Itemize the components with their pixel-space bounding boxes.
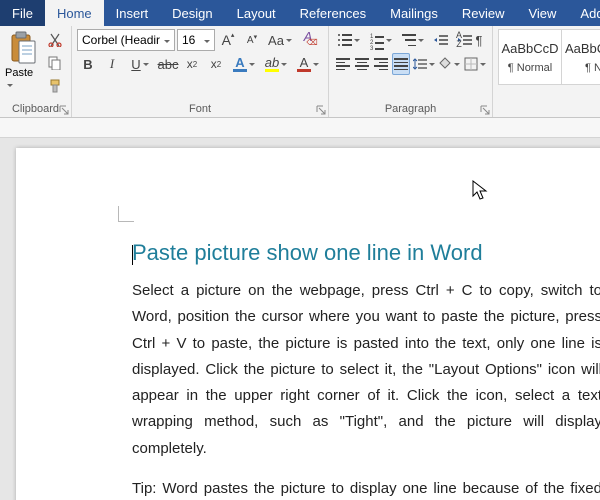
line-spacing-icon xyxy=(413,58,427,70)
style-name: ¶ Normal xyxy=(508,62,552,74)
group-paragraph-label: Paragraph xyxy=(334,103,487,117)
highlight-icon: ab xyxy=(265,56,279,72)
cut-button[interactable] xyxy=(44,29,66,51)
bullets-icon xyxy=(338,34,352,46)
shrink-font-icon: A xyxy=(247,35,254,46)
group-clipboard: Paste Clipboard xyxy=(0,26,72,117)
ribbon-tabs: File Home Insert Design Layout Reference… xyxy=(0,0,600,26)
multilevel-icon xyxy=(402,34,416,46)
change-case-button[interactable]: Aa xyxy=(265,29,295,51)
clipboard-dialog-launcher[interactable] xyxy=(59,105,69,115)
group-font-label: Font xyxy=(77,103,323,117)
font-size-select[interactable]: 16 xyxy=(177,29,215,51)
document-paragraph: Tip: Word pastes the picture to display … xyxy=(132,476,600,500)
cut-icon xyxy=(48,33,62,47)
ribbon: Paste Clipboard Corbel (Headir xyxy=(0,26,600,118)
margin-corner-mark xyxy=(118,206,134,222)
sort-icon: AZ xyxy=(456,31,462,49)
group-clipboard-label: Clipboard xyxy=(5,103,66,117)
tab-file[interactable]: File xyxy=(0,0,45,26)
bullets-button[interactable] xyxy=(334,29,364,51)
copy-icon xyxy=(48,56,62,70)
decrease-indent-icon xyxy=(434,34,448,46)
align-left-icon xyxy=(336,58,350,70)
tab-insert[interactable]: Insert xyxy=(104,0,161,26)
document-heading: Paste picture show one line in Word xyxy=(132,240,600,266)
paragraph-dialog-launcher[interactable] xyxy=(480,105,490,115)
line-spacing-button[interactable] xyxy=(412,53,436,75)
superscript-button[interactable]: x2 xyxy=(205,53,227,75)
highlight-button[interactable]: ab xyxy=(261,53,291,75)
strikethrough-button[interactable]: abc xyxy=(157,53,179,75)
subscript-button[interactable]: x2 xyxy=(181,53,203,75)
pilcrow-icon: ¶ xyxy=(476,33,483,48)
style-sample: AaBbCcD xyxy=(501,41,558,56)
font-size-value: 16 xyxy=(182,33,195,47)
style-sample: AaBbCcD xyxy=(565,41,600,56)
align-justify-icon xyxy=(394,58,408,70)
borders-button[interactable] xyxy=(463,53,487,75)
align-left-button[interactable] xyxy=(334,53,351,75)
paste-button[interactable]: Paste xyxy=(5,29,40,103)
chevron-down-icon xyxy=(162,33,170,47)
shading-icon xyxy=(438,57,452,71)
paste-label: Paste xyxy=(5,67,40,91)
tab-design[interactable]: Design xyxy=(160,0,224,26)
chevron-down-icon xyxy=(202,33,210,47)
tab-layout[interactable]: Layout xyxy=(225,0,288,26)
decrease-indent-button[interactable] xyxy=(430,29,452,51)
document-area: Paste picture show one line in Word Sele… xyxy=(0,138,600,500)
clear-formatting-button[interactable]: A⌫ xyxy=(297,29,319,51)
align-right-icon xyxy=(374,58,388,70)
group-paragraph: 123 xyxy=(329,26,493,117)
align-right-button[interactable] xyxy=(373,53,390,75)
tab-mailings[interactable]: Mailings xyxy=(378,0,450,26)
text-effects-button[interactable]: A xyxy=(229,53,259,75)
grow-font-icon: A xyxy=(222,32,231,48)
tab-view[interactable]: View xyxy=(516,0,568,26)
page[interactable]: Paste picture show one line in Word Sele… xyxy=(16,148,600,500)
ruler xyxy=(0,118,600,138)
tab-references[interactable]: References xyxy=(288,0,378,26)
tab-addins[interactable]: Add- xyxy=(568,0,600,26)
numbering-icon: 123 xyxy=(370,34,384,46)
sort-button[interactable]: AZ xyxy=(450,29,468,51)
align-justify-button[interactable] xyxy=(392,53,410,75)
style-normal[interactable]: AaBbCcD ¶ Normal xyxy=(498,29,562,85)
underline-button[interactable]: U xyxy=(125,53,155,75)
numbering-button[interactable]: 123 xyxy=(366,29,396,51)
copy-button[interactable] xyxy=(44,52,66,74)
font-color-button[interactable]: A xyxy=(293,53,323,75)
style-name: ¶ N xyxy=(585,62,600,74)
document-paragraph: Select a picture on the webpage, press C… xyxy=(132,278,600,462)
bold-button[interactable]: B xyxy=(77,53,99,75)
group-font: Corbel (Headir 16 A▴ A▾ Aa A⌫ B I U abc xyxy=(72,26,329,117)
change-case-icon: Aa xyxy=(268,33,284,48)
align-center-button[interactable] xyxy=(353,53,370,75)
font-color-icon: A xyxy=(297,56,311,72)
multilevel-list-button[interactable] xyxy=(398,29,428,51)
shrink-font-button[interactable]: A▾ xyxy=(241,29,263,51)
italic-button[interactable]: I xyxy=(101,53,123,75)
font-name-value: Corbel (Headir xyxy=(82,33,160,47)
font-name-select[interactable]: Corbel (Headir xyxy=(77,29,175,51)
tab-review[interactable]: Review xyxy=(450,0,517,26)
shading-button[interactable] xyxy=(438,53,462,75)
grow-font-button[interactable]: A▴ xyxy=(217,29,239,51)
borders-icon xyxy=(464,57,478,71)
font-dialog-launcher[interactable] xyxy=(316,105,326,115)
show-marks-button[interactable]: ¶ xyxy=(470,29,488,51)
tab-home[interactable]: Home xyxy=(45,0,104,26)
align-center-icon xyxy=(355,58,369,70)
clear-formatting-icon: A⌫ xyxy=(302,30,313,51)
style-no-spacing[interactable]: AaBbCcD ¶ N xyxy=(562,29,600,85)
format-painter-icon xyxy=(48,79,62,93)
group-styles: AaBbCcD ¶ Normal AaBbCcD ¶ N xyxy=(493,26,600,117)
format-painter-button[interactable] xyxy=(44,75,66,97)
paste-icon xyxy=(9,31,37,65)
text-effects-icon: A xyxy=(233,56,247,72)
